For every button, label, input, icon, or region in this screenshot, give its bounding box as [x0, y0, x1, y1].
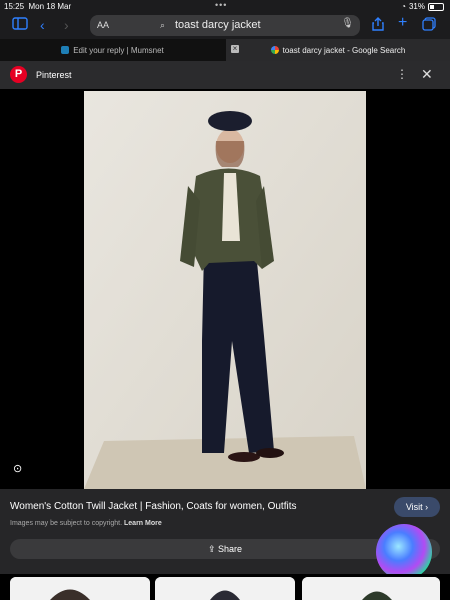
- wifi-icon: ◔: [401, 2, 406, 11]
- google-favicon-icon: [270, 46, 279, 54]
- share-icon: ⇪: [207, 544, 216, 554]
- share-icon[interactable]: [372, 17, 384, 34]
- battery-percent: 31%: [408, 2, 425, 11]
- product-image[interactable]: [84, 91, 366, 489]
- siri-orb-icon[interactable]: [376, 524, 432, 580]
- close-tab-icon[interactable]: ×: [231, 45, 239, 53]
- tab-label: Edit your reply | Mumsnet: [73, 45, 164, 55]
- multitasking-dots-icon[interactable]: •••: [215, 0, 227, 10]
- learn-more-link[interactable]: Learn More: [124, 520, 162, 527]
- search-icon: ⌕: [160, 20, 166, 30]
- pinterest-logo-icon: P: [10, 66, 27, 83]
- copyright-notice: Images may be subject to copyright. Lear…: [10, 520, 162, 527]
- address-bar[interactable]: AA ⌕ toast darcy jacket 🎙: [90, 15, 360, 36]
- microphone-icon[interactable]: 🎙: [341, 18, 354, 29]
- mumsnet-favicon-icon: [61, 46, 70, 54]
- status-bar: 15:25 Mon 18 Mar ••• ◔ 31%: [0, 0, 450, 12]
- sidebar-icon[interactable]: [12, 17, 28, 33]
- forward-icon[interactable]: ›: [64, 17, 69, 33]
- back-icon[interactable]: ‹: [40, 17, 45, 33]
- tab-google-search[interactable]: × toast darcy jacket - Google Search: [226, 39, 450, 61]
- related-image-thumbnail[interactable]: [155, 577, 295, 600]
- lens-search-icon[interactable]: ⊙: [13, 462, 27, 476]
- new-tab-icon[interactable]: +: [398, 14, 407, 32]
- address-text[interactable]: toast darcy jacket: [175, 19, 261, 31]
- tab-label: toast darcy jacket - Google Search: [282, 45, 406, 55]
- result-title[interactable]: Women's Cotton Twill Jacket | Fashion, C…: [10, 501, 296, 512]
- tab-mumsnet[interactable]: Edit your reply | Mumsnet: [0, 39, 225, 61]
- tabs-overview-icon[interactable]: [422, 17, 436, 34]
- related-image-thumbnail[interactable]: [302, 577, 440, 600]
- source-name: Pinterest: [36, 70, 72, 80]
- tab-bar: Edit your reply | Mumsnet × toast darcy …: [0, 39, 450, 61]
- reader-options-button[interactable]: AA: [97, 20, 109, 30]
- related-image-thumbnail[interactable]: [10, 577, 150, 600]
- status-time-date: 15:25 Mon 18 Mar: [4, 2, 72, 11]
- more-options-icon[interactable]: ⋮: [396, 67, 408, 81]
- browser-toolbar: ‹ › AA ⌕ toast darcy jacket 🎙 +: [0, 12, 450, 39]
- close-icon[interactable]: ✕: [421, 66, 433, 83]
- battery-icon: [428, 2, 444, 11]
- visit-button[interactable]: Visit ›: [394, 497, 440, 517]
- status-indicators: ◔ 31%: [401, 2, 444, 11]
- image-source-header: P Pinterest ⋮ ✕: [0, 61, 450, 89]
- related-images: [0, 574, 450, 600]
